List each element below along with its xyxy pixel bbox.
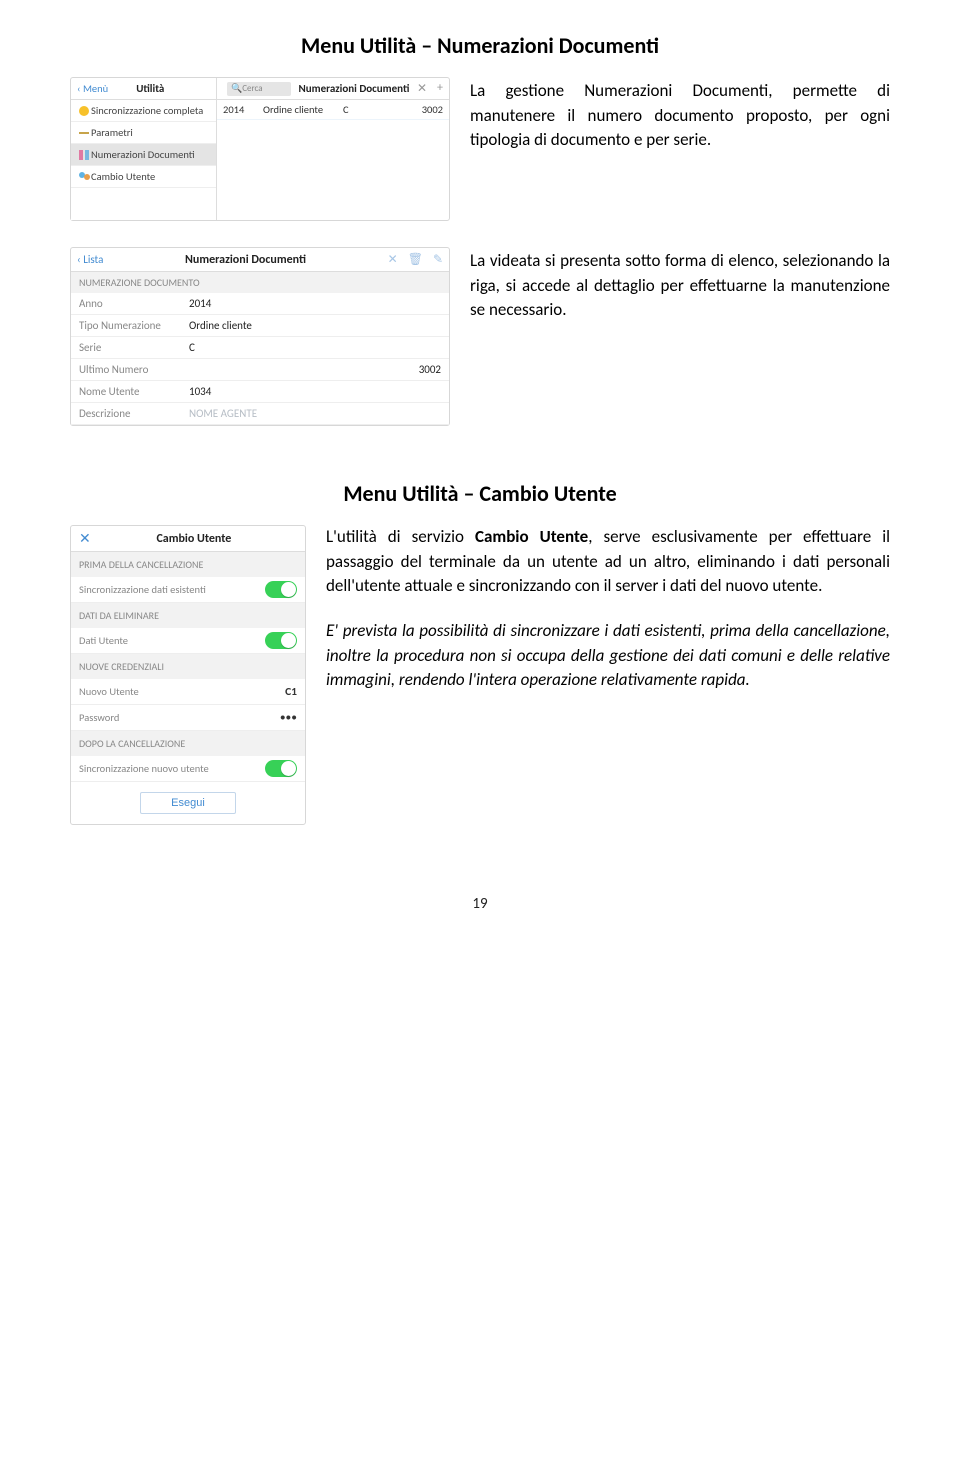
field-value: ••• [280,711,297,725]
toggle-on-icon[interactable] [265,760,297,777]
toggle-row-sync-before[interactable]: Sincronizzazione dati esistenti [71,577,305,603]
users-icon [77,170,91,184]
sync-icon [77,104,91,118]
close-icon[interactable]: ✕ [388,252,398,267]
dialog-title: Cambio Utente [91,532,297,546]
menu-back-link[interactable]: ‹ Menù [71,82,108,95]
cell-anno: 2014 [223,103,263,116]
field-value: 3002 [189,363,441,376]
wrench-icon [77,126,91,140]
sidebar-item-label: Numerazioni Documenti [91,148,195,161]
field-label: Nuovo Utente [79,685,285,698]
field-label: Sincronizzazione dati esistenti [79,583,265,596]
table-row[interactable]: 2014 Ordine cliente C 3002 [217,100,449,120]
paragraph-2: La videata si presenta sotto forma di el… [470,247,890,323]
field-value: Ordine cliente [189,319,441,332]
sidebar: Sincronizzazione completa Parametri Nume… [71,100,217,220]
paragraph-1: La gestione Numerazioni Documenti, perme… [470,77,890,153]
left-panel-title: Utilità [136,82,164,95]
input-row-nuovo-utente[interactable]: Nuovo Utente C1 [71,679,305,705]
section-header: NUOVE CREDENZIALI [71,654,305,679]
sidebar-item-label: Parametri [91,126,133,139]
section-header: DOPO LA CANCELLAZIONE [71,731,305,756]
toggle-on-icon[interactable] [265,632,297,649]
form-row-anno: Anno2014 [71,293,449,315]
close-icon[interactable]: ✕ [417,81,427,96]
screenshot-cambio-utente: ✕ Cambio Utente PRIMA DELLA CANCELLAZION… [70,525,306,825]
field-value: 1034 [189,385,441,398]
section-header: NUMERAZIONE DOCUMENTO [71,272,449,293]
section-title-1: Menu Utilità – Numerazioni Documenti [70,32,890,59]
field-value: C [189,341,441,354]
toggle-on-icon[interactable] [265,581,297,598]
toggle-row-dati[interactable]: Dati Utente [71,628,305,654]
edit-icon[interactable]: ✎ [433,252,443,267]
sidebar-item-label: Cambio Utente [91,170,155,183]
form-row-ultimo: Ultimo Numero3002 [71,359,449,381]
add-icon[interactable]: + [437,81,443,96]
detail-title: Numerazioni Documenti [103,253,387,267]
input-row-password[interactable]: Password ••• [71,705,305,731]
form-row-descr: DescrizioneNOME AGENTE [71,403,449,425]
screenshot-numerazioni-1: ‹ Menù Utilità 🔍 Cerca Numerazioni Docum… [70,77,450,221]
search-placeholder: Cerca [242,83,262,94]
field-value: C1 [285,685,297,699]
sidebar-item-sync[interactable]: Sincronizzazione completa [71,100,216,122]
form-row-serie: SerieC [71,337,449,359]
cell-tipo: Ordine cliente [263,103,343,116]
sidebar-item-params[interactable]: Parametri [71,122,216,144]
field-label: Tipo Numerazione [79,319,189,332]
esegui-button[interactable]: Esegui [140,792,236,814]
trash-icon[interactable]: 🗑 [408,252,423,267]
menu-back-label: Menù [83,82,108,95]
field-label: Anno [79,297,189,310]
field-value: 2014 [189,297,441,310]
field-label: Sincronizzazione nuovo utente [79,762,265,775]
form-row-nome: Nome Utente1034 [71,381,449,403]
right-panel-title: Numerazioni Documenti [291,82,417,95]
form-row-tipo: Tipo NumerazioneOrdine cliente [71,315,449,337]
screenshot-numerazioni-2: ‹ Lista Numerazioni Documenti ✕ 🗑 ✎ NUME… [70,247,450,426]
section-header: DATI DA ELIMINARE [71,603,305,628]
field-label: Ultimo Numero [79,363,189,376]
field-label: Descrizione [79,407,189,420]
section-title-2: Menu Utilità – Cambio Utente [70,480,890,507]
paragraph-3: L'utilità di servizio Cambio Utente, ser… [326,525,890,599]
field-label: Dati Utente [79,634,265,647]
page-number: 19 [70,895,890,913]
cell-numero: 3002 [379,103,443,116]
paragraph-4: E' prevista la possibilità di sincronizz… [326,619,890,693]
field-label: Serie [79,341,189,354]
toggle-row-sync-after[interactable]: Sincronizzazione nuovo utente [71,756,305,782]
field-label: Password [79,711,280,724]
field-value: NOME AGENTE [189,407,441,420]
back-label: Lista [83,253,103,266]
text-fragment: L'utilità di servizio [326,526,475,547]
sidebar-item-cambio[interactable]: Cambio Utente [71,166,216,188]
search-input[interactable]: 🔍 Cerca [227,82,291,96]
close-icon[interactable]: ✕ [79,530,91,547]
sidebar-item-label: Sincronizzazione completa [91,104,203,117]
text-bold: Cambio Utente [475,526,588,547]
sidebar-item-numerazioni[interactable]: Numerazioni Documenti [71,144,216,166]
numbers-icon [77,148,91,162]
field-label: Nome Utente [79,385,189,398]
back-link[interactable]: ‹ Lista [77,253,103,266]
section-header: PRIMA DELLA CANCELLAZIONE [71,552,305,577]
cell-serie: C [343,103,379,116]
